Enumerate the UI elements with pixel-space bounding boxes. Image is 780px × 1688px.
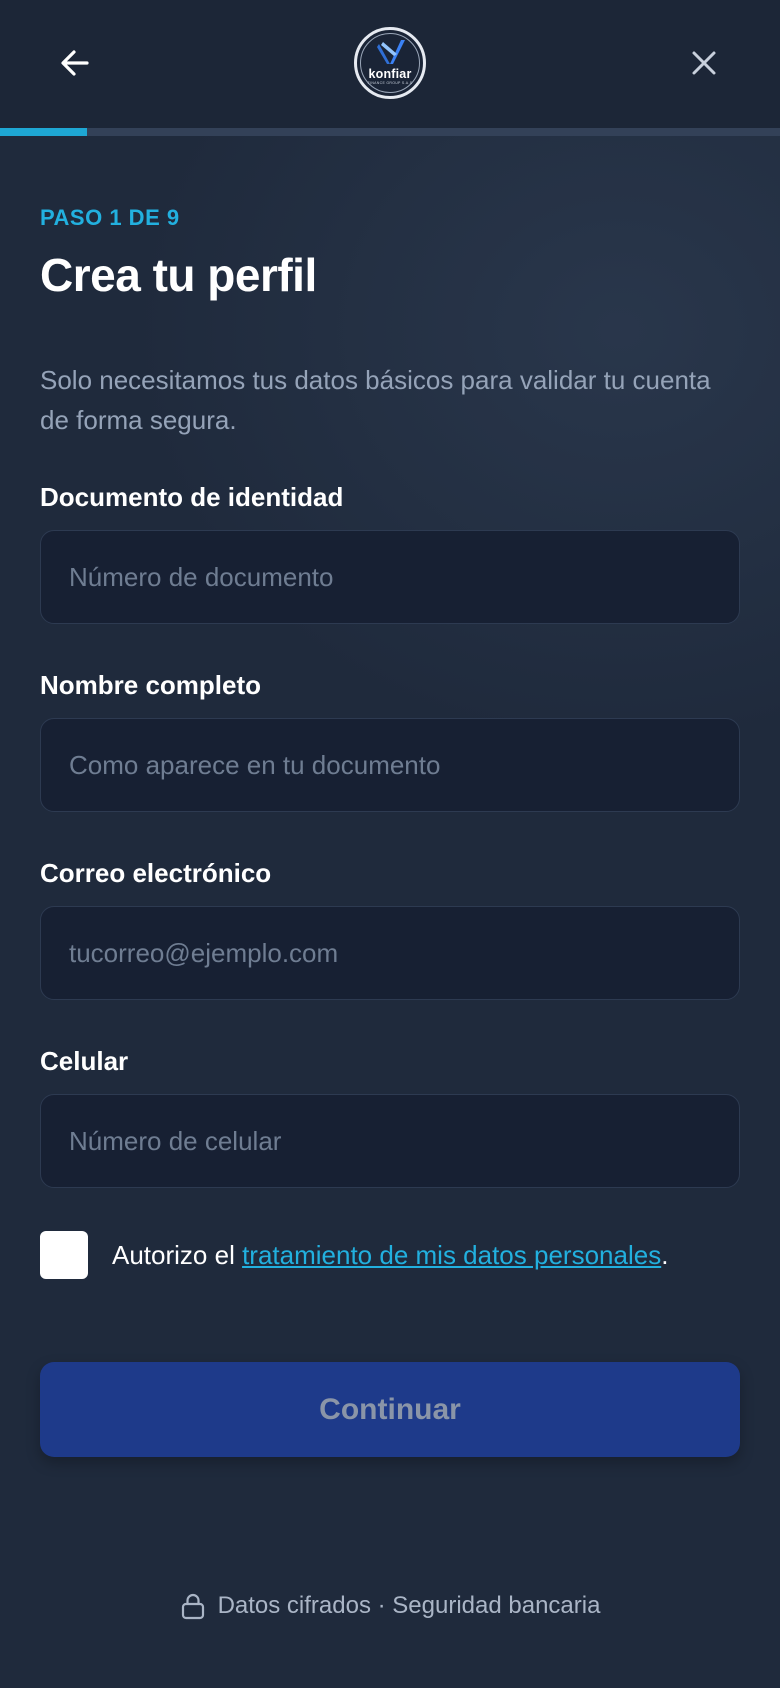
lock-icon [181, 1593, 204, 1620]
brand-logo: konfiar FINANCE GROUP S.A.S [354, 27, 426, 99]
progress-bar [0, 128, 780, 136]
arrow-left-icon [61, 50, 89, 76]
security-footer: Datos cifrados · Seguridad bancaria [0, 1592, 780, 1620]
phone-input[interactable] [40, 1094, 740, 1188]
consent-suffix: . [661, 1240, 669, 1270]
email-input[interactable] [40, 906, 740, 1000]
document-input[interactable] [40, 530, 740, 624]
consent-prefix: Autorizo el [112, 1240, 243, 1270]
page-title: Crea tu perfil [40, 249, 317, 301]
email-label: Correo electrónico [40, 858, 272, 888]
logo-mark-icon [377, 40, 405, 64]
back-button[interactable] [52, 40, 98, 86]
security-text: Datos cifrados · Seguridad bancaria [217, 1592, 601, 1619]
progress-fill [0, 128, 87, 136]
consent-text: Autorizo el tratamiento de mis datos per… [112, 1232, 672, 1278]
top-bar: konfiar FINANCE GROUP S.A.S [0, 0, 780, 128]
page-subtitle: Solo necesitamos tus datos básicos para … [40, 365, 711, 435]
close-icon [692, 51, 716, 75]
consent-checkbox[interactable] [40, 1231, 88, 1279]
full-name-input[interactable] [40, 718, 740, 812]
continue-button[interactable]: Continuar [40, 1362, 740, 1457]
logo-subtitle: FINANCE GROUP S.A.S [367, 81, 413, 85]
full-name-label: Nombre completo [40, 670, 262, 700]
phone-label: Celular [40, 1046, 129, 1076]
document-label: Documento de identidad [40, 482, 344, 512]
close-button[interactable] [681, 40, 727, 86]
step-indicator: PASO 1 DE 9 [40, 205, 180, 230]
privacy-policy-link[interactable]: tratamiento de mis datos personales [242, 1240, 661, 1270]
logo-wordmark: konfiar [368, 67, 412, 81]
